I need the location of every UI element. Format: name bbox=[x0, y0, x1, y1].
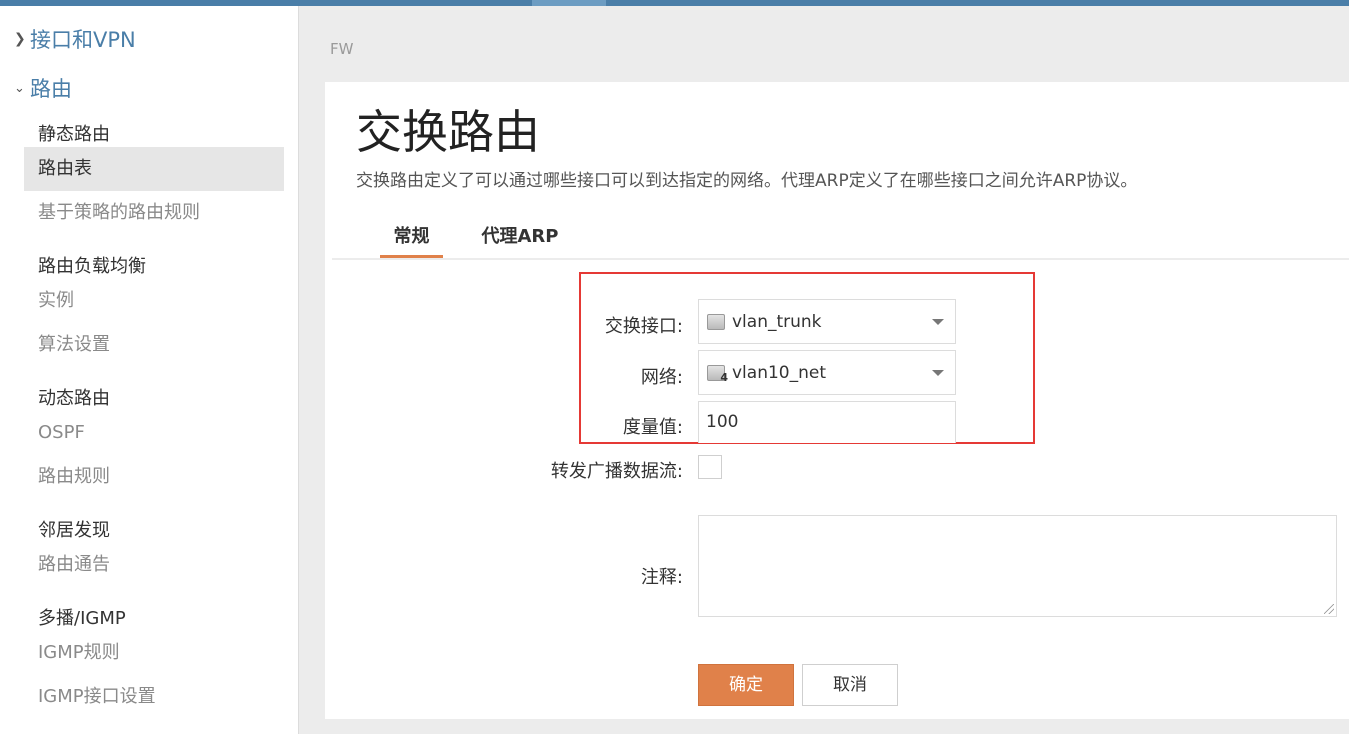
tab-general[interactable]: 常规 bbox=[380, 222, 443, 258]
sidebar-item-routing-table[interactable]: 路由表 bbox=[24, 147, 284, 191]
sidebar-group-interfaces[interactable]: ❯ 接口和VPN bbox=[14, 24, 136, 54]
sidebar-item-routing-rules[interactable]: 路由规则 bbox=[24, 455, 284, 499]
forward-broadcast-label: 转发广播数据流: bbox=[550, 461, 683, 482]
metric-label: 度量值: bbox=[622, 417, 683, 438]
sidebar-item-router-advertisement[interactable]: 路由通告 bbox=[24, 543, 284, 587]
switched-interface-label: 交换接口: bbox=[604, 316, 683, 337]
sidebar-heading-static-routing: 静态路由 bbox=[38, 124, 110, 145]
sidebar-heading-multicast: 多播/IGMP bbox=[38, 608, 126, 629]
sidebar-heading-load-balancing: 路由负载均衡 bbox=[38, 256, 146, 277]
network-label: 网络: bbox=[640, 367, 683, 388]
sidebar-group-label: 接口和VPN bbox=[30, 28, 136, 52]
sidebar-heading-dynamic-routing: 动态路由 bbox=[38, 388, 110, 409]
comment-textarea[interactable] bbox=[698, 515, 1337, 617]
dropdown-caret-icon bbox=[932, 370, 944, 376]
sidebar-group-routing[interactable]: ⌄ 路由 bbox=[14, 73, 72, 103]
chevron-down-icon: ⌄ bbox=[14, 80, 25, 96]
page-description: 交换路由定义了可以通过哪些接口可以到达指定的网络。代理ARP定义了在哪些接口之间… bbox=[356, 171, 1138, 191]
sidebar: ❯ 接口和VPN ⌄ 路由 静态路由 路由表 基于策略的路由规则 路由负载均衡 … bbox=[0, 6, 299, 734]
chevron-right-icon: ❯ bbox=[14, 31, 26, 47]
cancel-button[interactable]: 取消 bbox=[802, 664, 898, 706]
sidebar-item-igmp-rules[interactable]: IGMP规则 bbox=[24, 631, 284, 675]
main-panel: 交换路由 交换路由定义了可以通过哪些接口可以到达指定的网络。代理ARP定义了在哪… bbox=[325, 82, 1349, 719]
sidebar-group-label: 路由 bbox=[30, 77, 72, 101]
sidebar-item-policy-routing[interactable]: 基于策略的路由规则 bbox=[24, 191, 284, 235]
network-select[interactable]: 4 vlan10_net bbox=[698, 350, 956, 395]
sidebar-item-instances[interactable]: 实例 bbox=[24, 279, 284, 323]
network-value: vlan10_net bbox=[732, 362, 827, 383]
forward-broadcast-checkbox[interactable] bbox=[698, 455, 722, 479]
metric-input[interactable]: 100 bbox=[698, 401, 956, 443]
switched-interface-value: vlan_trunk bbox=[732, 311, 822, 332]
comment-label: 注释: bbox=[640, 567, 683, 588]
page-title: 交换路由 bbox=[356, 105, 540, 159]
ok-button[interactable]: 确定 bbox=[698, 664, 794, 706]
resize-grip-icon[interactable] bbox=[1324, 604, 1334, 614]
interface-icon bbox=[707, 313, 725, 330]
sidebar-item-igmp-interface-settings[interactable]: IGMP接口设置 bbox=[24, 675, 284, 719]
switched-interface-select[interactable]: vlan_trunk bbox=[698, 299, 956, 344]
breadcrumb[interactable]: FW bbox=[330, 40, 353, 58]
sidebar-heading-neighbor-discovery: 邻居发现 bbox=[38, 520, 110, 541]
sidebar-item-algorithm-settings[interactable]: 算法设置 bbox=[24, 323, 284, 367]
dropdown-caret-icon bbox=[932, 319, 944, 325]
top-bar-segment bbox=[532, 0, 606, 6]
tab-proxy-arp[interactable]: 代理ARP bbox=[478, 222, 562, 258]
tab-bar: 常规 代理ARP bbox=[332, 216, 1349, 260]
sidebar-item-ospf[interactable]: OSPF bbox=[24, 411, 284, 455]
network-object-icon: 4 bbox=[707, 364, 728, 384]
